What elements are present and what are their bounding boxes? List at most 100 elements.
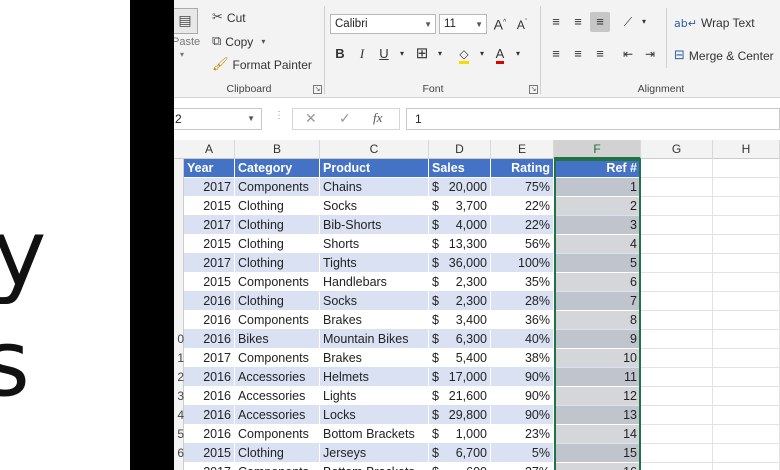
column-title[interactable]: Category <box>235 159 320 178</box>
table-cell[interactable]: 5 <box>554 254 641 273</box>
copy-button[interactable]: ⧉ Copy ▾ <box>212 34 265 49</box>
table-cell[interactable]: Components <box>235 349 320 368</box>
table-cell[interactable] <box>713 349 780 368</box>
row-header[interactable]: 0 <box>174 330 184 349</box>
font-color-icon[interactable]: A <box>490 44 510 64</box>
font-color-dropdown-icon[interactable]: ▾ <box>508 44 528 64</box>
table-cell[interactable] <box>641 159 713 178</box>
table-cell[interactable]: Bottom Brackets <box>320 463 429 470</box>
table-cell[interactable] <box>641 387 713 406</box>
table-cell[interactable]: Components <box>235 425 320 444</box>
borders-dropdown-icon[interactable]: ▾ <box>430 44 450 64</box>
table-cell[interactable]: 2016 <box>184 387 235 406</box>
table-cell[interactable]: Handlebars <box>320 273 429 292</box>
font-name-dropdown[interactable]: Calibri ▼ <box>330 14 436 34</box>
table-cell[interactable]: 2015 <box>184 444 235 463</box>
table-cell[interactable]: Tights <box>320 254 429 273</box>
table-cell[interactable] <box>713 368 780 387</box>
table-cell[interactable]: 8 <box>554 311 641 330</box>
fill-color-dropdown-icon[interactable]: ▾ <box>472 44 492 64</box>
check-icon[interactable]: ✓ <box>339 110 351 127</box>
table-cell[interactable]: Components <box>235 178 320 197</box>
table-cell[interactable]: 27% <box>491 463 554 470</box>
table-cell[interactable] <box>641 444 713 463</box>
align-left-icon[interactable]: ≡ <box>546 44 566 64</box>
table-cell[interactable] <box>641 216 713 235</box>
table-cell[interactable] <box>641 406 713 425</box>
table-cell[interactable]: 2016 <box>184 368 235 387</box>
formula-input[interactable]: 1 <box>406 108 780 130</box>
table-cell[interactable]: Socks <box>320 292 429 311</box>
table-cell[interactable]: 36% <box>491 311 554 330</box>
table-cell[interactable]: 9 <box>554 330 641 349</box>
table-cell[interactable]: Mountain Bikes <box>320 330 429 349</box>
table-cell[interactable]: $20,000 <box>429 178 491 197</box>
table-cell[interactable]: 2017 <box>184 178 235 197</box>
table-cell[interactable]: $600 <box>429 463 491 470</box>
table-cell[interactable]: $3,700 <box>429 197 491 216</box>
table-cell[interactable] <box>713 235 780 254</box>
table-cell[interactable]: Components <box>235 311 320 330</box>
row-header[interactable]: 5 <box>174 425 184 444</box>
cut-button[interactable]: ✂ Cut <box>212 10 246 25</box>
table-cell[interactable]: 90% <box>491 406 554 425</box>
table-cell[interactable]: $6,300 <box>429 330 491 349</box>
row-header[interactable] <box>174 235 184 254</box>
table-cell[interactable]: $3,400 <box>429 311 491 330</box>
bottom-align-icon[interactable]: ≡ <box>590 12 610 32</box>
insert-function-icon[interactable]: fx <box>373 110 382 126</box>
table-cell[interactable] <box>641 235 713 254</box>
underline-dropdown-icon[interactable]: ▾ <box>392 44 412 64</box>
table-cell[interactable] <box>713 387 780 406</box>
table-cell[interactable]: Clothing <box>235 254 320 273</box>
row-header[interactable] <box>174 311 184 330</box>
table-cell[interactable]: $29,800 <box>429 406 491 425</box>
table-cell[interactable]: Clothing <box>235 292 320 311</box>
table-cell[interactable]: 10 <box>554 349 641 368</box>
table-cell[interactable]: Brakes <box>320 349 429 368</box>
increase-indent-icon[interactable]: ⇥ <box>640 44 660 64</box>
column-title[interactable]: Sales <box>429 159 491 178</box>
table-cell[interactable]: 13 <box>554 406 641 425</box>
table-cell[interactable] <box>641 425 713 444</box>
table-cell[interactable]: $17,000 <box>429 368 491 387</box>
table-cell[interactable]: Accessories <box>235 387 320 406</box>
paste-button[interactable]: ▤ Paste ▾ <box>174 8 200 59</box>
table-cell[interactable] <box>641 197 713 216</box>
table-cell[interactable]: Helmets <box>320 368 429 387</box>
table-cell[interactable]: 38% <box>491 349 554 368</box>
row-header[interactable] <box>174 292 184 311</box>
table-cell[interactable]: 2017 <box>184 254 235 273</box>
table-cell[interactable]: $36,000 <box>429 254 491 273</box>
table-cell[interactable]: 16 <box>554 463 641 470</box>
table-cell[interactable] <box>641 311 713 330</box>
borders-icon[interactable]: ⊞ <box>412 44 432 64</box>
table-cell[interactable]: 90% <box>491 368 554 387</box>
table-cell[interactable]: 11 <box>554 368 641 387</box>
column-header-A[interactable]: A <box>184 140 235 159</box>
table-cell[interactable] <box>713 197 780 216</box>
table-cell[interactable]: 1 <box>554 178 641 197</box>
column-header-C[interactable]: C <box>320 140 429 159</box>
table-cell[interactable]: Components <box>235 273 320 292</box>
table-cell[interactable]: $5,400 <box>429 349 491 368</box>
table-cell[interactable]: 23% <box>491 425 554 444</box>
table-cell[interactable] <box>641 330 713 349</box>
table-cell[interactable]: 22% <box>491 197 554 216</box>
table-cell[interactable] <box>713 425 780 444</box>
table-cell[interactable]: 2016 <box>184 292 235 311</box>
table-cell[interactable]: 40% <box>491 330 554 349</box>
table-cell[interactable]: Bib-Shorts <box>320 216 429 235</box>
row-header[interactable]: 1 <box>174 349 184 368</box>
table-cell[interactable] <box>641 463 713 470</box>
table-cell[interactable]: Lights <box>320 387 429 406</box>
table-cell[interactable] <box>713 311 780 330</box>
cancel-icon[interactable]: ✕ <box>305 110 317 127</box>
top-align-icon[interactable]: ≡ <box>546 12 566 32</box>
table-cell[interactable]: Clothing <box>235 197 320 216</box>
table-cell[interactable] <box>713 254 780 273</box>
row-header[interactable]: 2 <box>174 368 184 387</box>
clipboard-launcher-icon[interactable]: ↘ <box>313 85 322 94</box>
table-cell[interactable]: Locks <box>320 406 429 425</box>
table-cell[interactable]: 2015 <box>184 235 235 254</box>
